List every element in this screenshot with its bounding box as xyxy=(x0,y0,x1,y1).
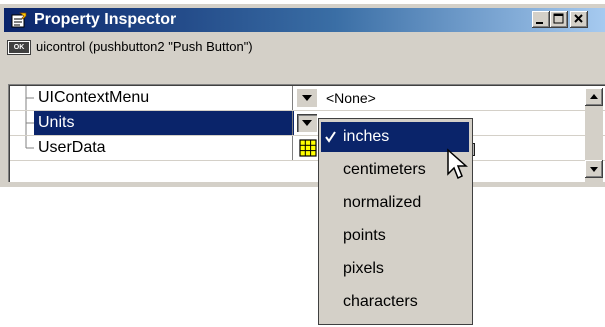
pushbutton-badge-icon: OK xyxy=(8,41,30,54)
property-value[interactable]: <None> xyxy=(326,86,376,110)
scroll-up-button[interactable] xyxy=(585,88,603,106)
maximize-button[interactable] xyxy=(550,11,568,28)
close-icon xyxy=(574,14,583,23)
column-divider xyxy=(292,111,293,135)
checkmark-icon xyxy=(325,131,336,143)
dropdown-button[interactable] xyxy=(297,114,317,132)
dropdown-option-normalized[interactable]: normalized xyxy=(321,188,469,218)
property-inspector-icon xyxy=(11,12,27,28)
chevron-down-icon xyxy=(302,95,312,101)
property-name: UIContextMenu xyxy=(38,89,150,106)
column-divider xyxy=(292,136,293,160)
property-row-userdata[interactable]: UserData ] xyxy=(10,136,605,161)
scroll-down-button[interactable] xyxy=(585,160,603,178)
vertical-scrollbar[interactable] xyxy=(585,88,603,184)
column-divider xyxy=(292,86,293,110)
property-name: UserData xyxy=(38,139,106,156)
window-title: Property Inspector xyxy=(34,11,177,28)
tree-connector-icon xyxy=(25,136,34,149)
close-button[interactable] xyxy=(570,11,588,28)
chevron-up-icon xyxy=(590,94,598,99)
minimize-button[interactable] xyxy=(532,11,550,28)
title-bar[interactable]: Property Inspector xyxy=(4,8,605,32)
tree-connector-icon xyxy=(25,86,34,110)
property-row-units[interactable]: Units xyxy=(10,111,605,136)
array-editor-icon[interactable] xyxy=(299,139,317,157)
dropdown-option-pixels[interactable]: pixels xyxy=(321,254,469,284)
dropdown-button[interactable] xyxy=(297,89,317,107)
minimize-icon xyxy=(536,22,543,24)
dropdown-option-characters[interactable]: characters xyxy=(321,287,469,317)
chevron-down-icon xyxy=(302,120,312,126)
object-label: uicontrol (pushbutton2 "Push Button") xyxy=(36,39,253,54)
dropdown-option-points[interactable]: points xyxy=(321,221,469,251)
property-grid: UIContextMenu <None> Units UserData ] xyxy=(8,84,605,182)
property-row-uicontextmenu[interactable]: UIContextMenu <None> xyxy=(10,86,605,111)
chevron-down-icon xyxy=(590,167,598,172)
maximize-icon xyxy=(553,13,564,24)
mouse-cursor-icon xyxy=(447,148,468,180)
tree-connector-icon xyxy=(25,111,34,135)
property-name: Units xyxy=(34,111,294,135)
